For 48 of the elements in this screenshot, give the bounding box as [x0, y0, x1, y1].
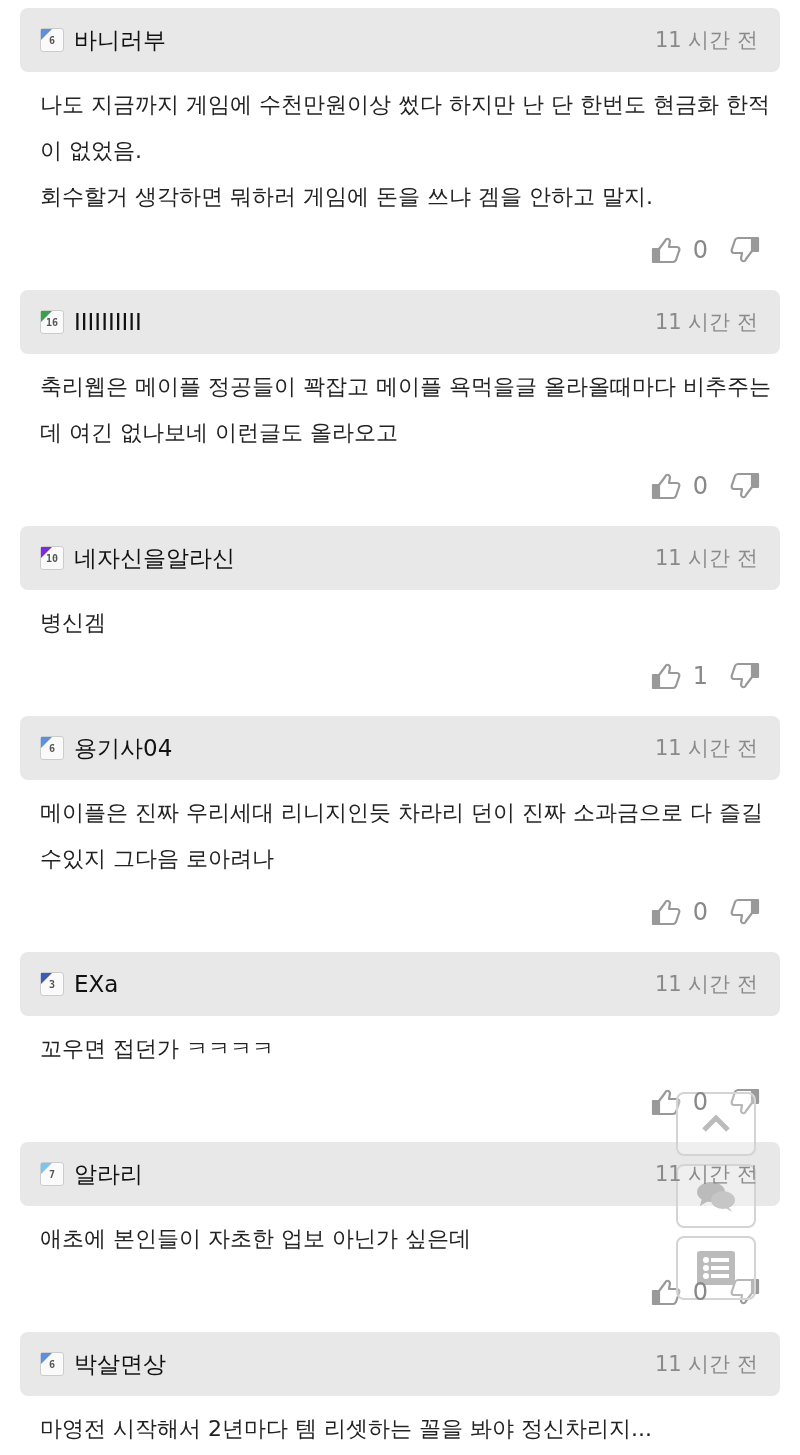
- thumbs-up-icon[interactable]: [650, 1277, 681, 1307]
- level-number: 6: [49, 34, 55, 46]
- author-name[interactable]: 바니러부: [74, 24, 166, 56]
- thumbs-up-icon[interactable]: [650, 661, 681, 691]
- comment-text: 축리웹은 메이플 정공들이 꽉잡고 메이플 욕먹을글 올라올때마다 비추주는데 여긴 없나보네 이런글도 올라오고: [39, 373, 772, 447]
- thumbs-down-icon[interactable]: [730, 235, 760, 265]
- level-number: 6: [49, 742, 55, 754]
- like-count: 0: [692, 472, 708, 500]
- thumbs-up-icon[interactable]: [650, 471, 681, 501]
- comment-text: 병신겜: [39, 609, 107, 637]
- list-button[interactable]: [676, 1236, 756, 1300]
- thumbs-up-icon[interactable]: [650, 235, 681, 265]
- timestamp: 11 시간 전: [654, 971, 758, 998]
- level-number: 16: [45, 316, 58, 328]
- thumbs-down-icon[interactable]: [730, 1087, 760, 1117]
- comment-text: 꼬우면 접던가 ㅋㅋㅋㅋ: [39, 1035, 275, 1063]
- like-count: 0: [692, 236, 708, 264]
- timestamp: 11 시간 전: [654, 735, 758, 762]
- thumbs-up-icon[interactable]: [650, 1087, 681, 1117]
- like-count: 1: [692, 662, 708, 690]
- level-number: 6: [49, 1358, 55, 1370]
- thumbs-down-icon[interactable]: [730, 471, 760, 501]
- like-count: 0: [692, 898, 708, 926]
- level-number: 7: [49, 1168, 55, 1180]
- scroll-top-button[interactable]: [676, 1092, 756, 1156]
- like-count: 0: [692, 1088, 708, 1116]
- author-name[interactable]: 박살면상: [74, 1348, 166, 1380]
- thumbs-up-icon[interactable]: [650, 897, 681, 927]
- comment-text: 마영전 시작해서 2년마다 템 리셋하는 꼴을 봐야 정신차리지...: [39, 1415, 653, 1443]
- author-name[interactable]: IIIIIIIIII: [74, 309, 142, 335]
- author-name[interactable]: 네자신을알라신: [74, 542, 235, 574]
- like-count: 0: [692, 1278, 708, 1306]
- author-name[interactable]: 용기사04: [74, 732, 173, 764]
- author-name[interactable]: EXa: [74, 971, 119, 997]
- comment-text: 애초에 본인들이 자초한 업보 아닌가 싶은데: [39, 1225, 472, 1253]
- level-number: 10: [45, 552, 58, 564]
- level-number: 3: [49, 978, 55, 990]
- thumbs-down-icon[interactable]: [730, 1277, 760, 1307]
- comment-text: 나도 지금까지 게임에 수천만원이상 썼다 하지만 난 단 한번도 현금화 한적이 없었음. 회수할거 생각하면 뭐하러 게임에 돈을 쓰냐 겜을 안하고 말지.: [39, 91, 771, 211]
- comment-text: 메이플은 진짜 우리세대 리니지인듯 차라리 던이 진짜 소과금으로 다 즐길수있지 그다음 로아려나: [39, 799, 764, 873]
- timestamp: 11 시간 전: [654, 1351, 758, 1378]
- thumbs-down-icon[interactable]: [730, 897, 760, 927]
- thumbs-down-icon[interactable]: [730, 661, 760, 691]
- timestamp: 11 시간 전: [654, 1161, 758, 1188]
- author-name[interactable]: 알라리: [74, 1158, 143, 1190]
- timestamp: 11 시간 전: [654, 27, 758, 54]
- timestamp: 11 시간 전: [654, 545, 758, 572]
- timestamp: 11 시간 전: [654, 309, 758, 336]
